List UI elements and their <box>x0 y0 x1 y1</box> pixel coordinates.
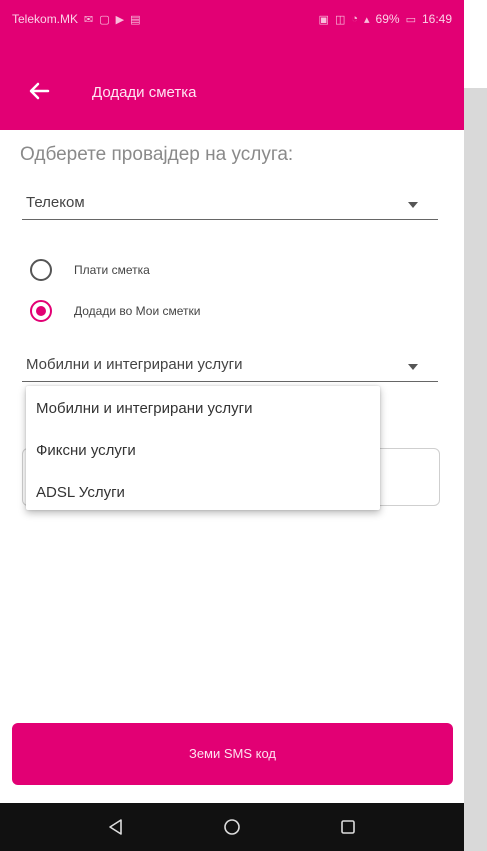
radio-checked-icon[interactable] <box>30 300 52 322</box>
system-nav-bar <box>0 803 464 851</box>
frame-shadow <box>464 88 487 851</box>
get-sms-code-button[interactable]: Земи SMS код <box>12 723 453 785</box>
app-bar: Додади сметка <box>0 38 464 130</box>
clock: 16:49 <box>421 12 452 26</box>
back-arrow-icon[interactable] <box>28 80 50 102</box>
status-left: Telekom.MK ✉ ▢ ▶ ▤ <box>12 12 141 26</box>
radio-add-to-my-bills[interactable]: Додади во Мои сметки <box>30 298 200 324</box>
nfc-icon: ▣ <box>318 13 329 26</box>
service-dropdown[interactable]: Мобилни и интегрирани услуги <box>22 348 438 382</box>
phone-screen: Telekom.MK ✉ ▢ ▶ ▤ ▣ ◫ ◔ ▴ 69% ▭ 16:49 Д… <box>0 0 464 851</box>
nav-back-icon[interactable] <box>106 817 126 837</box>
alarm-icon: ◔ <box>351 13 358 25</box>
clipboard-icon: ▤ <box>130 13 141 26</box>
service-value: Мобилни и интегрирани услуги <box>26 356 243 373</box>
notification-icon: ▢ <box>99 13 110 26</box>
vibrate-icon: ◫ <box>334 13 346 26</box>
menu-item-fixed-services[interactable]: Фиксни услуги <box>36 442 136 459</box>
radio-pay-bill[interactable]: Плати сметка <box>30 257 150 283</box>
nav-recents-icon[interactable] <box>338 817 358 837</box>
play-icon: ▶ <box>115 13 125 26</box>
service-dropdown-menu: Мобилни и интегрирани услуги Фиксни услу… <box>26 386 380 510</box>
carrier-name: Telekom.MK <box>12 12 79 26</box>
signal-icon: ▴ <box>364 13 370 26</box>
status-bar: Telekom.MK ✉ ▢ ▶ ▤ ▣ ◫ ◔ ▴ 69% ▭ 16:49 <box>0 0 464 38</box>
radio-pay-bill-label: Плати сметка <box>74 263 150 277</box>
chevron-down-icon <box>408 202 418 208</box>
provider-label: Одберете провајдер на услуга: <box>20 144 294 165</box>
nav-recents-svg <box>341 820 355 834</box>
status-right: ▣ ◫ ◔ ▴ 69% ▭ 16:49 <box>319 12 452 26</box>
menu-item-mobile-services[interactable]: Мобилни и интегрирани услуги <box>36 400 252 417</box>
page-title: Додади сметка <box>92 84 197 101</box>
radio-add-label: Додади во Мои сметки <box>74 304 201 318</box>
battery-level: 69% <box>375 12 400 26</box>
radio-unchecked-icon[interactable] <box>30 259 52 281</box>
battery-icon: ▭ <box>405 13 416 26</box>
provider-dropdown[interactable]: Телеком <box>22 186 438 220</box>
provider-value: Телеком <box>26 194 85 211</box>
nav-home-icon[interactable] <box>222 817 242 837</box>
menu-item-adsl-services[interactable]: ADSL Услуги <box>36 484 125 501</box>
nav-home-svg <box>224 819 240 835</box>
nav-back-svg <box>109 819 122 835</box>
chevron-down-icon <box>408 364 418 370</box>
mail-icon: ✉ <box>84 13 94 26</box>
back-arrow-svg <box>29 82 50 100</box>
